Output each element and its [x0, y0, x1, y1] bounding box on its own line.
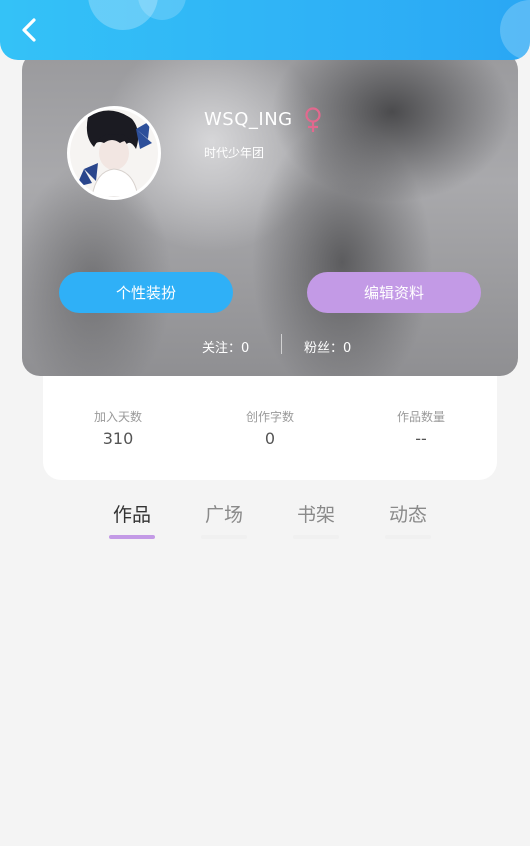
avatar[interactable]	[67, 106, 161, 200]
edit-profile-button[interactable]: 编辑资料	[307, 272, 481, 313]
top-bar	[0, 0, 530, 60]
stat-value: --	[415, 429, 427, 448]
tab-label: 书架	[296, 504, 335, 526]
stat-word-count: 创作字数 0	[210, 408, 330, 448]
content-tabs: 作品 广场 书架 动态	[0, 500, 530, 540]
tab-bookshelf[interactable]: 书架	[286, 500, 346, 539]
group-tag: 时代少年团	[204, 146, 265, 160]
tab-label: 动态	[388, 504, 427, 526]
stat-label: 作品数量	[396, 410, 445, 424]
tab-label: 作品	[112, 504, 151, 526]
divider	[281, 334, 282, 354]
chevron-left-icon	[22, 18, 36, 42]
stat-value: 310	[102, 429, 134, 448]
tab-indicator	[109, 535, 155, 539]
stat-label: 创作字数	[245, 410, 294, 424]
personal-dress-button[interactable]: 个性装扮	[59, 272, 233, 313]
fans-count[interactable]: 粉丝：0	[304, 337, 351, 356]
stat-value: 0	[264, 429, 276, 448]
stat-works-count: 作品数量 --	[361, 408, 481, 448]
avatar-illustration	[70, 109, 158, 197]
tab-works[interactable]: 作品	[102, 500, 162, 539]
tab-square[interactable]: 广场	[194, 500, 254, 539]
follow-stats-row: 关注：0 粉丝：0	[22, 334, 518, 357]
tab-indicator	[385, 535, 431, 539]
stats-card: 加入天数 310 创作字数 0 作品数量 --	[43, 370, 497, 480]
female-icon	[305, 107, 321, 132]
tab-indicator	[293, 535, 339, 539]
profile-card: WSQ_ING 时代少年团 个性装扮 编辑资料 关注：0 粉丝：0	[22, 52, 518, 376]
stat-join-days: 加入天数 310	[58, 408, 178, 448]
following-count[interactable]: 关注：0	[202, 337, 249, 356]
back-button[interactable]	[14, 14, 46, 46]
stat-label: 加入天数	[93, 410, 142, 424]
tab-label: 广场	[204, 504, 243, 526]
tab-indicator	[201, 535, 247, 539]
tab-activity[interactable]: 动态	[378, 500, 438, 539]
username: WSQ_ING	[204, 109, 293, 130]
decorative-bubble	[500, 0, 530, 60]
